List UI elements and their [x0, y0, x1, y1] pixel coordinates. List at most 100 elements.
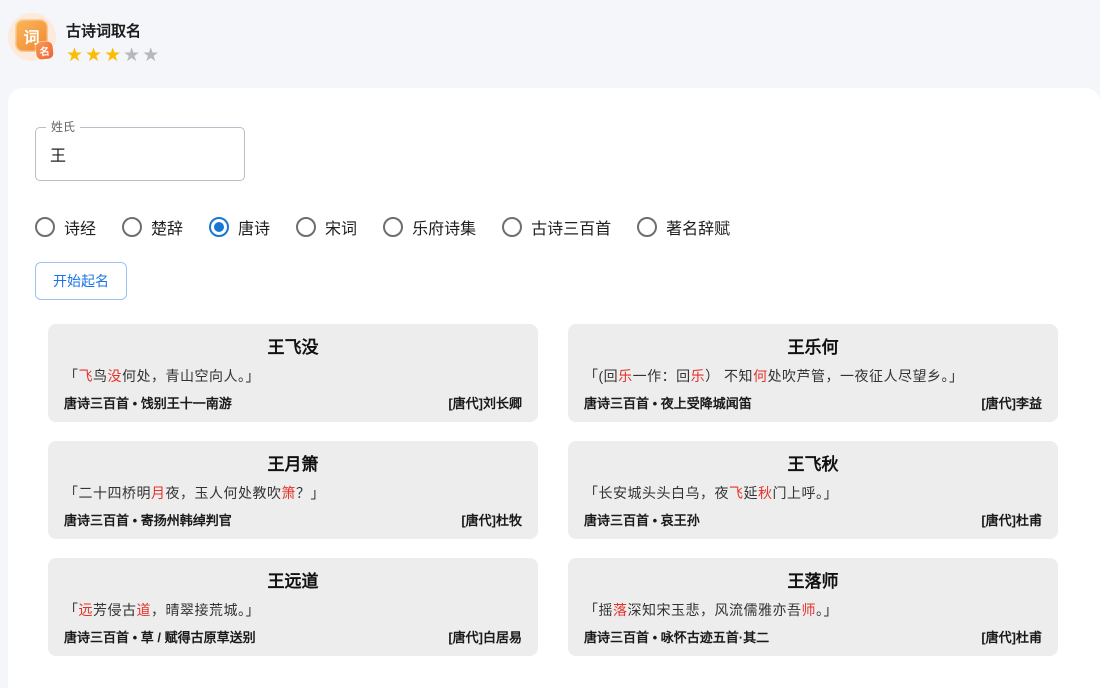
highlighted-char: 乐 [618, 368, 633, 384]
generated-name: 王飞没 [64, 333, 522, 358]
generated-name: 王落师 [584, 567, 1042, 592]
highlighted-char: 何 [753, 368, 768, 384]
quote-text: ） 不知 [705, 368, 753, 384]
rating-stars[interactable]: ★★★★★ [66, 46, 161, 65]
source-radio-2[interactable]: 唐诗 [209, 215, 270, 239]
source-radio-label: 诗经 [64, 215, 96, 239]
highlighted-char: 乐 [691, 368, 706, 384]
poem-source: 唐诗三百首 • 草 / 赋得古原草送别 [64, 627, 256, 646]
poem-quote: 「飞鸟没何处，青山空向人。」 [64, 366, 522, 386]
star-icon[interactable]: ★ [104, 45, 123, 66]
quote-text: 何处，青山空向人。」 [122, 368, 260, 384]
main-panel: 姓氏 诗经 楚辞 唐诗 宋词 乐府诗集 古诗三百首 著名辞赋 开始起名 王飞没 … [8, 88, 1100, 688]
page-title: 古诗词取名 [66, 20, 161, 41]
quote-text: ，晴翠接荒城。」 [151, 602, 260, 618]
source-radio-label: 唐诗 [238, 215, 270, 239]
quote-text: 深知宋玉悲，风流儒雅亦吾 [628, 602, 802, 618]
quote-text: 处吹芦管，一夜征人尽望乡。」 [768, 368, 964, 384]
surname-field-label: 姓氏 [46, 120, 80, 134]
poem-author: [唐代]杜牧 [461, 510, 522, 529]
radio-button-icon [502, 217, 522, 237]
highlighted-char: 没 [108, 368, 123, 384]
results-grid: 王飞没 「飞鸟没何处，青山空向人。」 唐诗三百首 • 饯别王十一南游 [唐代]刘… [48, 324, 1058, 656]
source-radio-3[interactable]: 宋词 [296, 215, 357, 239]
surname-input[interactable] [36, 128, 244, 180]
highlighted-char: 远 [79, 602, 94, 618]
star-icon[interactable]: ★ [123, 45, 142, 66]
source-radio-label: 著名辞赋 [666, 215, 730, 239]
card-footer: 唐诗三百首 • 夜上受降城闻笛 [唐代]李益 [584, 393, 1042, 412]
star-icon[interactable]: ★ [66, 45, 85, 66]
source-radio-0[interactable]: 诗经 [35, 215, 96, 239]
radio-button-icon [35, 217, 55, 237]
highlighted-char: 飞 [79, 368, 94, 384]
surname-field[interactable]: 姓氏 [35, 127, 245, 181]
poem-source: 唐诗三百首 • 寄扬州韩绰判官 [64, 510, 232, 529]
card-footer: 唐诗三百首 • 饯别王十一南游 [唐代]刘长卿 [64, 393, 522, 412]
card-footer: 唐诗三百首 • 寄扬州韩绰判官 [唐代]杜牧 [64, 510, 522, 529]
star-icon[interactable]: ★ [142, 45, 161, 66]
quote-text: 「长安城头头白乌，夜 [584, 485, 729, 501]
generated-name: 王月箫 [64, 450, 522, 475]
quote-text: ？」 [296, 485, 325, 501]
source-options: 诗经 楚辞 唐诗 宋词 乐府诗集 古诗三百首 著名辞赋 [35, 215, 1100, 239]
quote-text: 「 [64, 368, 79, 384]
app-header: 词 名 古诗词取名 ★★★★★ [0, 0, 1100, 88]
quote-text: 芳侵古 [93, 602, 137, 618]
generated-name: 王远道 [64, 567, 522, 592]
highlighted-char: 月 [151, 485, 166, 501]
highlighted-char: 落 [613, 602, 628, 618]
card-footer: 唐诗三百首 • 草 / 赋得古原草送别 [唐代]白居易 [64, 627, 522, 646]
highlighted-char: 道 [137, 602, 152, 618]
source-radio-6[interactable]: 著名辞赋 [637, 215, 730, 239]
quote-text: 「二十四桥明 [64, 485, 151, 501]
source-radio-label: 乐府诗集 [412, 215, 476, 239]
poem-source: 唐诗三百首 • 哀王孙 [584, 510, 700, 529]
result-card: 王远道 「远芳侵古道，晴翠接荒城。」 唐诗三百首 • 草 / 赋得古原草送别 [… [48, 558, 538, 656]
source-radio-5[interactable]: 古诗三百首 [502, 215, 611, 239]
generated-name: 王飞秋 [584, 450, 1042, 475]
poem-quote: 「长安城头头白乌，夜飞延秋门上呼。」 [584, 483, 1042, 503]
radio-button-icon [209, 217, 229, 237]
result-card: 王飞秋 「长安城头头白乌，夜飞延秋门上呼。」 唐诗三百首 • 哀王孙 [唐代]杜… [568, 441, 1058, 539]
generated-name: 王乐何 [584, 333, 1042, 358]
poem-quote: 「二十四桥明月夜，玉人何处教吹箫？」 [64, 483, 522, 503]
star-icon[interactable]: ★ [85, 45, 104, 66]
source-radio-1[interactable]: 楚辞 [122, 215, 183, 239]
card-footer: 唐诗三百首 • 哀王孙 [唐代]杜甫 [584, 510, 1042, 529]
radio-button-icon [296, 217, 316, 237]
source-radio-4[interactable]: 乐府诗集 [383, 215, 476, 239]
poem-author: [唐代]李益 [981, 393, 1042, 412]
app-logo-badge-glyph: 名 [35, 41, 54, 60]
highlighted-char: 箫 [282, 485, 297, 501]
poem-author: [唐代]刘长卿 [448, 393, 522, 412]
source-radio-label: 楚辞 [151, 215, 183, 239]
start-naming-button[interactable]: 开始起名 [35, 262, 127, 300]
poem-source: 唐诗三百首 • 饯别王十一南游 [64, 393, 232, 412]
poem-author: [唐代]杜甫 [981, 510, 1042, 529]
poem-quote: 「(回乐一作：回乐） 不知何处吹芦管，一夜征人尽望乡。」 [584, 366, 1042, 386]
radio-button-icon [637, 217, 657, 237]
quote-text: 「 [64, 602, 79, 618]
result-card: 王落师 「摇落深知宋玉悲，风流儒雅亦吾师。」 唐诗三百首 • 咏怀古迹五首·其二… [568, 558, 1058, 656]
poem-source: 唐诗三百首 • 夜上受降城闻笛 [584, 393, 752, 412]
quote-text: 「摇 [584, 602, 613, 618]
poem-source: 唐诗三百首 • 咏怀古迹五首·其二 [584, 627, 769, 646]
source-radio-label: 宋词 [325, 215, 357, 239]
app-logo-icon: 词 名 [8, 13, 56, 61]
highlighted-char: 师 [802, 602, 817, 618]
header-text: 古诗词取名 ★★★★★ [66, 13, 161, 65]
quote-text: 鸟 [93, 368, 108, 384]
poem-quote: 「远芳侵古道，晴翠接荒城。」 [64, 600, 522, 620]
quote-text: 。」 [816, 602, 838, 618]
quote-text: 延 [744, 485, 759, 501]
quote-text: 门上呼。」 [773, 485, 839, 501]
highlighted-char: 飞 [729, 485, 744, 501]
result-card: 王乐何 「(回乐一作：回乐） 不知何处吹芦管，一夜征人尽望乡。」 唐诗三百首 •… [568, 324, 1058, 422]
quote-text: 「(回 [584, 368, 618, 384]
result-card: 王月箫 「二十四桥明月夜，玉人何处教吹箫？」 唐诗三百首 • 寄扬州韩绰判官 [… [48, 441, 538, 539]
source-radio-label: 古诗三百首 [531, 215, 611, 239]
quote-text: 夜，玉人何处教吹 [166, 485, 282, 501]
radio-button-icon [122, 217, 142, 237]
highlighted-char: 秋 [758, 485, 773, 501]
